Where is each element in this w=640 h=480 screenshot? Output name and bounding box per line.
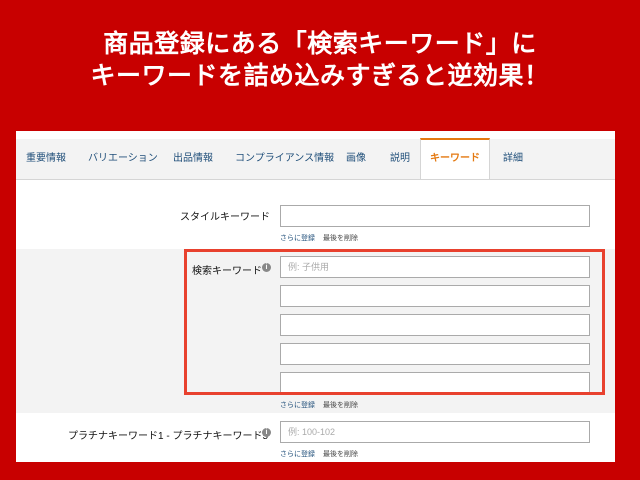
platinum-keyword-input[interactable] <box>280 421 590 443</box>
style-keyword-label: スタイルキーワード <box>180 212 270 223</box>
style-keyword-input[interactable] <box>280 205 590 227</box>
tab-description[interactable]: 説明 <box>390 139 410 179</box>
headline-line2: キーワードを詰め込みすぎると逆効果！ <box>90 61 550 90</box>
tab-details[interactable]: 詳細 <box>503 139 523 179</box>
search-keyword-links: さらに登録 最後を削除 <box>280 400 358 410</box>
tab-variation[interactable]: バリエーション <box>88 139 158 179</box>
style-keyword-links: さらに登録 最後を削除 <box>280 233 358 243</box>
search-keyword-highlight-box <box>184 249 605 395</box>
platinum-keyword-delete-link[interactable]: 最後を削除 <box>323 451 358 458</box>
platinum-keyword-add-link[interactable]: さらに登録 <box>280 451 315 458</box>
tab-images[interactable]: 画像 <box>346 139 366 179</box>
style-keyword-delete-link[interactable]: 最後を削除 <box>323 235 358 242</box>
search-keyword-add-link[interactable]: さらに登録 <box>280 402 315 409</box>
headline: 商品登録にある「検索キーワード」に キーワードを詰め込みすぎると逆効果！ <box>0 28 640 92</box>
search-keyword-delete-link[interactable]: 最後を削除 <box>323 402 358 409</box>
tab-listing-info[interactable]: 出品情報 <box>173 139 213 179</box>
info-icon[interactable]: i <box>262 428 271 437</box>
style-keyword-add-link[interactable]: さらに登録 <box>280 235 315 242</box>
platinum-keyword-row: プラチナキーワード1 - プラチナキーワード5 i さらに登録 最後を削除 <box>16 414 615 462</box>
tab-compliance[interactable]: コンプライアンス情報 <box>235 139 334 179</box>
platinum-keyword-links: さらに登録 最後を削除 <box>280 449 358 459</box>
style-keyword-row: スタイルキーワード さらに登録 最後を削除 <box>16 180 615 248</box>
tab-keywords[interactable]: キーワード <box>420 138 490 179</box>
headline-line1: 商品登録にある「検索キーワード」に <box>103 29 537 58</box>
tab-bar: 重要情報 バリエーション 出品情報 コンプライアンス情報 画像 説明 キーワード… <box>16 138 615 180</box>
tab-important-info[interactable]: 重要情報 <box>26 139 66 179</box>
platinum-keyword-label: プラチナキーワード1 - プラチナキーワード5 <box>68 431 269 442</box>
product-form-panel: 重要情報 バリエーション 出品情報 コンプライアンス情報 画像 説明 キーワード… <box>16 131 615 462</box>
